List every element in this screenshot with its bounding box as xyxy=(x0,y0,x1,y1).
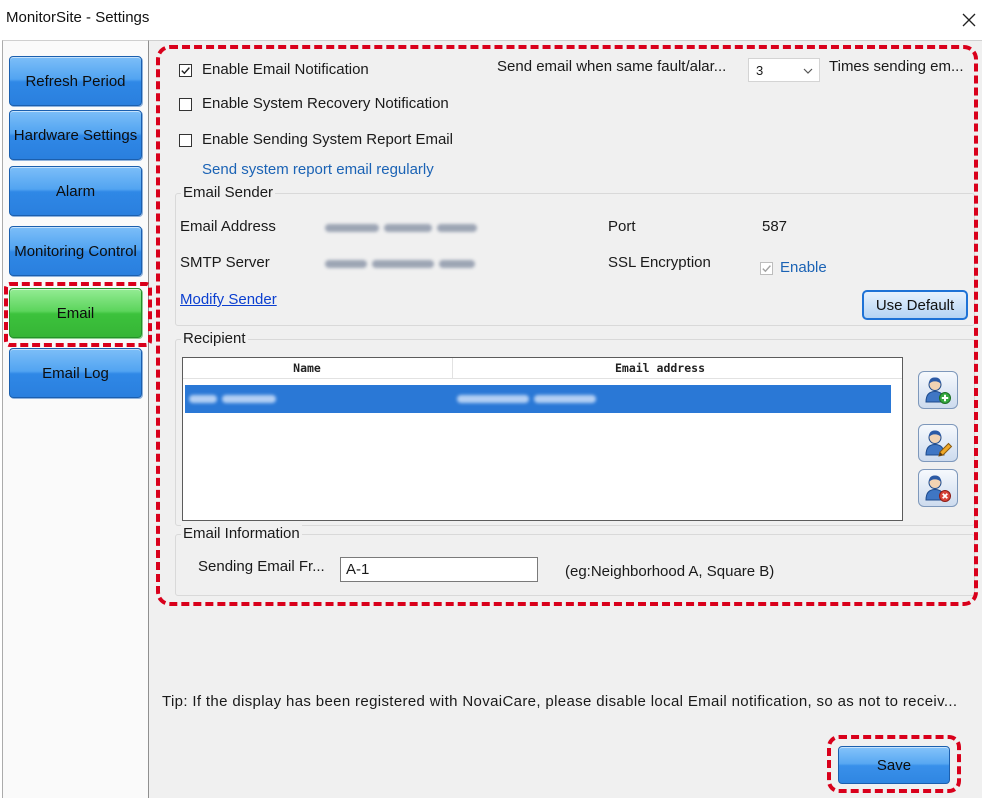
sidebar-item-email-log[interactable]: Email Log xyxy=(9,348,142,398)
window-title: MonitorSite - Settings xyxy=(6,9,150,26)
column-header-name[interactable]: Name xyxy=(183,361,431,375)
recipient-legend: Recipient xyxy=(181,330,248,348)
sidebar-item-label: Hardware Settings xyxy=(13,126,138,144)
edit-recipient-icon xyxy=(925,430,953,457)
port-value: 587 xyxy=(762,218,788,235)
checkbox-label: Enable Email Notification xyxy=(202,61,369,78)
sidebar-item-label: Monitoring Control xyxy=(14,242,137,260)
checkbox-box[interactable] xyxy=(760,262,773,275)
smtp-server-label: SMTP Server xyxy=(180,254,270,271)
use-default-label: Use Default xyxy=(875,296,955,314)
repeat-send-suffix: Times sending em... xyxy=(829,58,964,75)
delete-recipient-icon xyxy=(925,475,951,502)
close-icon[interactable] xyxy=(962,13,976,27)
email-sender-group xyxy=(175,193,975,326)
modify-sender-link[interactable]: Modify Sender xyxy=(180,291,277,309)
port-label: Port xyxy=(608,218,636,235)
check-mark-icon xyxy=(762,265,771,273)
close-icon-glyph xyxy=(962,13,976,27)
checkbox-label: Enable xyxy=(780,259,827,276)
recipient-list[interactable]: Name Email address xyxy=(182,357,903,521)
recipient-list-header: Name Email address xyxy=(183,358,902,379)
check-mark-icon xyxy=(181,67,190,75)
sidebar-item-label: Alarm xyxy=(55,182,96,200)
report-schedule-link[interactable]: Send system report email regularly xyxy=(202,161,434,179)
delete-recipient-button[interactable] xyxy=(918,469,958,507)
sidebar-item-email[interactable]: Email xyxy=(9,288,142,338)
smtp-server-value-redacted xyxy=(325,258,475,270)
checkbox-box[interactable] xyxy=(179,98,192,111)
email-address-value-redacted xyxy=(325,222,477,234)
email-sender-legend: Email Sender xyxy=(181,184,276,202)
repeat-count-select[interactable]: 3 xyxy=(748,58,820,82)
sidebar-item-label: Email Log xyxy=(42,364,109,382)
sidebar-item-alarm[interactable]: Alarm xyxy=(9,166,142,216)
sidebar-item-monitoring-control[interactable]: Monitoring Control xyxy=(9,226,142,276)
recipient-name-redacted xyxy=(189,393,276,405)
ssl-encryption-label: SSL Encryption xyxy=(608,254,711,271)
save-label: Save xyxy=(876,756,912,774)
repeat-count-value: 3 xyxy=(756,63,764,78)
recipient-email-redacted xyxy=(457,393,596,405)
add-recipient-icon xyxy=(925,377,951,404)
title-bar: MonitorSite - Settings xyxy=(0,0,982,40)
sidebar-item-label: Email xyxy=(56,304,95,322)
sending-email-from-example: (eg:Neighborhood A, Square B) xyxy=(565,563,775,580)
sidebar-item-label: Refresh Period xyxy=(25,72,126,90)
column-header-email-address[interactable]: Email address xyxy=(453,361,867,375)
use-default-button[interactable]: Use Default xyxy=(862,290,968,320)
email-information-legend: Email Information xyxy=(181,525,302,543)
checkbox-label: Enable Sending System Report Email xyxy=(202,131,453,148)
checkbox-box[interactable] xyxy=(179,64,192,77)
add-recipient-button[interactable] xyxy=(918,371,958,409)
sidebar-item-hardware-settings[interactable]: Hardware Settings xyxy=(9,110,142,160)
edit-recipient-button[interactable] xyxy=(918,424,958,462)
checkbox-box[interactable] xyxy=(179,134,192,147)
tip-text: Tip: If the display has been registered … xyxy=(162,693,958,710)
chevron-down-icon xyxy=(803,68,813,74)
settings-window: MonitorSite - Settings Refresh Period Ha… xyxy=(0,0,982,798)
sidebar-item-refresh-period[interactable]: Refresh Period xyxy=(9,56,142,106)
table-row[interactable] xyxy=(185,385,891,413)
sending-email-from-input[interactable]: A-1 xyxy=(340,557,538,582)
repeat-send-label: Send email when same fault/alar... xyxy=(497,58,727,75)
save-button[interactable]: Save xyxy=(838,746,950,784)
email-address-label: Email Address xyxy=(180,218,276,235)
checkbox-label: Enable System Recovery Notification xyxy=(202,95,449,112)
sending-email-from-label: Sending Email Fr... xyxy=(198,558,325,575)
